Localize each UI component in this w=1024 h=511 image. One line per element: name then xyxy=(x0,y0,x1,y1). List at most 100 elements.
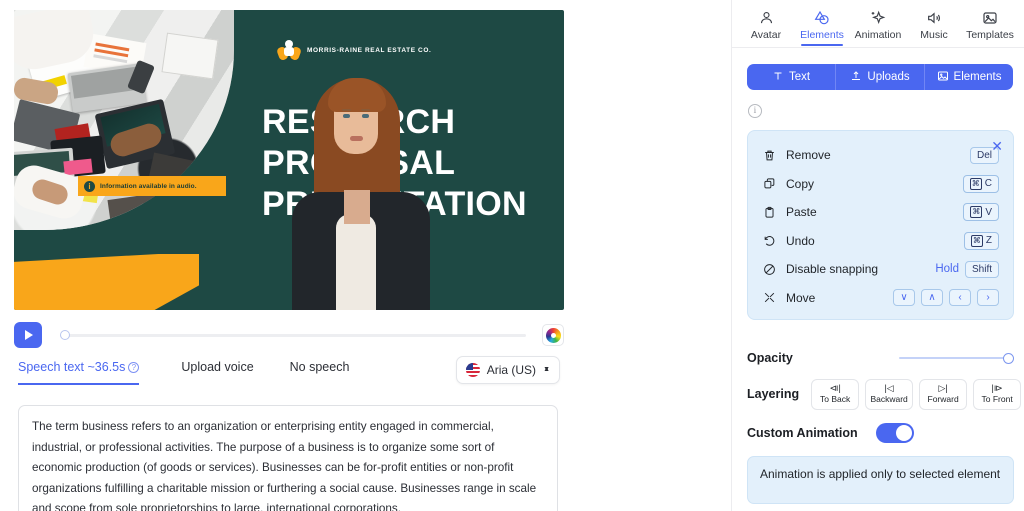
eyebrow-right xyxy=(361,109,370,111)
nav-tab-music[interactable]: Music xyxy=(906,4,962,41)
nav-divider xyxy=(732,47,1024,48)
shortcut-row-undo: Undo ⌘ Z xyxy=(762,227,999,256)
speaker-icon xyxy=(926,9,942,26)
shortcut-move-label: Move xyxy=(786,290,816,305)
color-wheel-icon xyxy=(545,327,561,343)
play-button[interactable] xyxy=(14,322,42,348)
panel-nav-tabs: Avatar Elements Animation Music Template… xyxy=(732,0,1024,48)
forward-icon: ▷| xyxy=(938,383,948,393)
opacity-control: Opacity xyxy=(747,348,1014,368)
tab-no-speech[interactable]: No speech xyxy=(290,360,350,383)
nav-tab-elements[interactable]: Elements xyxy=(794,4,850,46)
sparkle-icon xyxy=(870,9,886,26)
editor-pane: i Information available in audio. RESEAR… xyxy=(0,0,731,511)
speech-text-input[interactable] xyxy=(18,405,558,511)
custom-animation-toggle[interactable] xyxy=(875,423,914,443)
image-icon xyxy=(982,9,998,26)
logo-text: MORRIS-RAINE REAL ESTATE CO. xyxy=(307,46,432,54)
close-icon[interactable]: ✕ xyxy=(991,139,1003,153)
custom-animation-label: Custom Animation xyxy=(747,426,858,440)
segment-uploads-label: Uploads xyxy=(867,71,910,83)
slide-canvas[interactable]: i Information available in audio. RESEAR… xyxy=(14,10,564,310)
color-picker-button[interactable] xyxy=(542,324,564,346)
key-c-letter: C xyxy=(984,178,992,190)
shortcut-row-paste: Paste ⌘ V xyxy=(762,198,999,227)
undo-icon xyxy=(762,233,777,248)
shortcut-row-remove: Remove Del xyxy=(762,141,999,170)
opacity-track[interactable] xyxy=(898,356,1014,360)
segment-text[interactable]: Text xyxy=(747,64,835,90)
segment-elements[interactable]: Elements xyxy=(924,64,1013,90)
tab-speech-text[interactable]: Speech text ~36.5s? xyxy=(18,360,140,385)
to-front-button[interactable]: |⧐ To Front xyxy=(973,378,1022,410)
shortcut-paste-label: Paste xyxy=(786,205,817,220)
toggle-knob xyxy=(895,425,912,441)
custom-animation-control: Custom Animation xyxy=(747,422,1014,444)
backward-button[interactable]: |◁ Backward xyxy=(865,378,914,410)
copy-icon xyxy=(762,176,777,191)
neck xyxy=(344,190,370,224)
shortcut-disable-snapping-label: Disable snapping xyxy=(786,262,879,277)
shirt xyxy=(336,214,376,310)
to-front-icon: |⧐ xyxy=(991,383,1003,393)
presenter-avatar[interactable] xyxy=(286,68,436,310)
to-back-icon: ⧏| xyxy=(829,383,841,393)
nav-tab-animation[interactable]: Animation xyxy=(850,4,906,41)
shortcut-row-disable-snapping: Disable snapping Hold Shift xyxy=(762,255,999,284)
move-icon xyxy=(762,290,777,305)
backward-label: Backward xyxy=(870,394,908,404)
timeline-knob[interactable] xyxy=(60,330,70,340)
nav-tab-avatar-label: Avatar xyxy=(750,29,782,41)
nav-tab-music-label: Music xyxy=(920,29,948,41)
eyebrow-left xyxy=(342,109,351,111)
to-back-button[interactable]: ⧏| To Back xyxy=(811,378,860,410)
dark-suit xyxy=(107,192,169,230)
logo-mark-icon xyxy=(276,40,302,62)
voice-selector[interactable]: Aria (US) ▲ ▼ xyxy=(455,356,560,384)
shortcut-move-keys: ∨ ∧ ‹ › xyxy=(893,289,999,307)
opacity-label: Opacity xyxy=(747,351,793,365)
slide-preview[interactable]: i Information available in audio. RESEAR… xyxy=(14,10,564,310)
command-icon: ⌘ xyxy=(970,234,983,247)
layering-buttons: ⧏| To Back |◁ Backward ▷| Forward |⧐ To … xyxy=(811,378,1022,410)
forward-label: Forward xyxy=(927,394,959,404)
opacity-slider[interactable] xyxy=(898,351,1014,365)
opacity-knob[interactable] xyxy=(1003,352,1014,364)
layering-control: Layering ⧏| To Back |◁ Backward ▷| Forwa… xyxy=(747,378,1022,410)
content-type-segmented-control: Text Uploads Elements xyxy=(747,64,1013,90)
key-z-letter: Z xyxy=(985,235,992,247)
help-icon[interactable]: ? xyxy=(128,362,140,373)
key-cmd-c: ⌘ C xyxy=(962,174,999,193)
audio-info-badge: i Information available in audio. xyxy=(78,176,226,196)
backward-icon: |◁ xyxy=(884,383,894,393)
nav-tab-elements-label: Elements xyxy=(800,29,844,41)
image-icon xyxy=(937,70,949,85)
key-cmd-z: ⌘ Z xyxy=(963,231,999,250)
key-arrow-up[interactable]: ∧ xyxy=(921,289,943,307)
eye-left xyxy=(343,114,350,118)
segment-elements-label: Elements xyxy=(953,71,1002,83)
panel-info-icon[interactable]: i xyxy=(748,104,762,118)
tab-upload-voice[interactable]: Upload voice xyxy=(181,360,253,383)
nav-tab-avatar[interactable]: Avatar xyxy=(738,4,794,41)
shortcut-copy-keys: ⌘ C xyxy=(962,174,999,193)
app-root: i Information available in audio. RESEAR… xyxy=(0,0,1024,511)
playback-controls xyxy=(14,320,564,350)
nav-tab-templates-label: Templates xyxy=(966,29,1014,41)
orange-accent-shape xyxy=(14,254,199,310)
nav-tab-templates[interactable]: Templates xyxy=(962,4,1018,41)
forward-button[interactable]: ▷| Forward xyxy=(919,378,968,410)
segment-uploads[interactable]: Uploads xyxy=(835,64,924,90)
clipboard-icon xyxy=(762,205,777,220)
info-icon: i xyxy=(84,180,95,192)
key-arrow-right[interactable]: › xyxy=(977,289,999,307)
key-arrow-down[interactable]: ∨ xyxy=(893,289,915,307)
key-arrow-left[interactable]: ‹ xyxy=(949,289,971,307)
timeline-track[interactable] xyxy=(60,333,526,337)
trash-icon xyxy=(762,148,777,163)
lips xyxy=(350,136,363,141)
us-flag-icon xyxy=(465,363,480,377)
audio-info-badge-label: Information available in audio. xyxy=(100,182,197,190)
key-cmd-v: ⌘ V xyxy=(963,203,999,222)
timeline-scrubber[interactable] xyxy=(60,328,526,342)
